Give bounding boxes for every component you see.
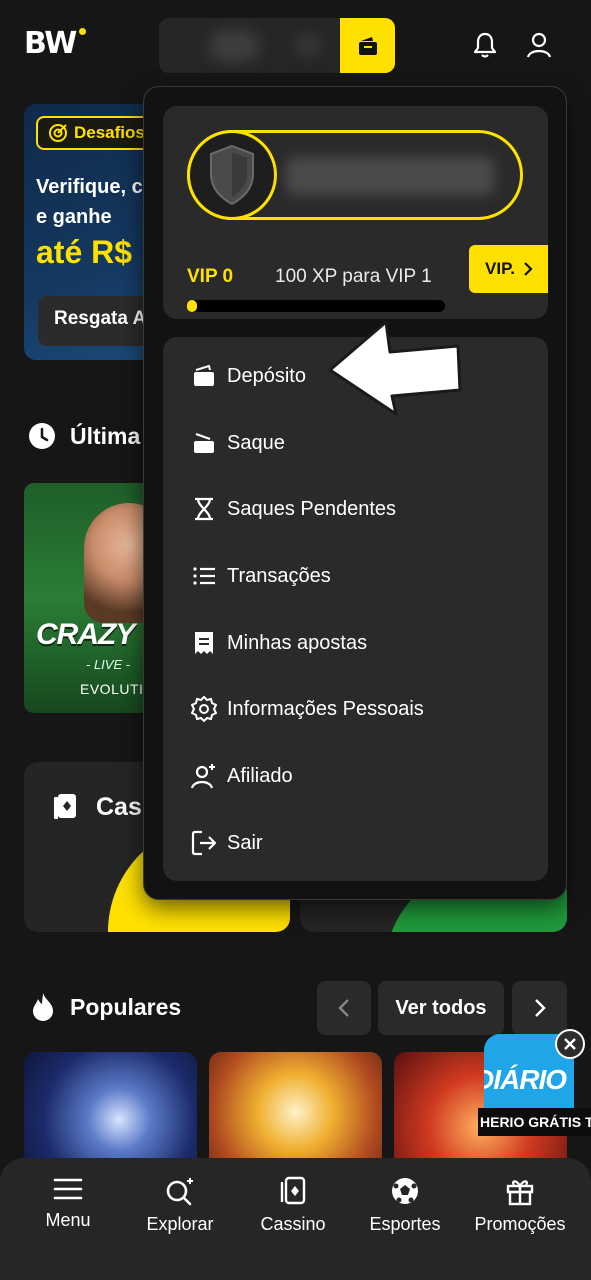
vip-progress-fill — [187, 300, 197, 312]
menu-item-informacoes-pessoais[interactable]: Informações Pessoais — [191, 689, 424, 729]
avatar — [187, 130, 277, 220]
ticket-icon — [191, 630, 217, 656]
popular-next-button[interactable] — [512, 981, 567, 1035]
logo-dot — [79, 28, 87, 35]
menu-item-sair[interactable]: Sair — [191, 823, 263, 863]
vip-level: VIP 0 — [187, 266, 234, 287]
vip-xp-remaining: 100 XP para VIP 1 — [275, 266, 432, 287]
search-sparkle-icon — [166, 1178, 193, 1206]
profile-button[interactable] — [524, 30, 554, 60]
vip-button[interactable]: VIP. — [469, 245, 548, 293]
nav-esportes[interactable]: Esportes — [349, 1176, 461, 1235]
menu-item-saque[interactable]: Saque — [191, 423, 285, 463]
wallet-icon — [358, 36, 377, 55]
menu-item-deposito[interactable]: Depósito — [191, 356, 306, 396]
notification-button[interactable] — [470, 30, 500, 60]
bell-icon — [473, 32, 497, 58]
promo-text: Verifique, c e ganhe — [36, 176, 143, 228]
diario-strip: HERIO GRÁTIS TE — [478, 1108, 591, 1136]
cassino-card-title: Cas — [52, 792, 142, 822]
target-icon — [49, 124, 67, 142]
menu-item-minhas-apostas[interactable]: Minhas apostas — [191, 623, 367, 663]
user-plus-icon — [191, 763, 217, 789]
soccer-ball-icon — [392, 1178, 418, 1204]
menu-item-saques-pendentes[interactable]: Saques Pendentes — [191, 489, 396, 529]
chevron-right-icon — [534, 999, 546, 1017]
chevron-right-icon — [524, 262, 533, 276]
popular-section-title: Populares — [30, 992, 181, 1022]
diario-close-button[interactable] — [555, 1029, 585, 1059]
profile-pill[interactable] — [187, 130, 523, 220]
pointer-arrow-annotation — [328, 320, 462, 416]
menu-item-afiliado[interactable]: Afiliado — [191, 756, 293, 796]
popular-prev-button[interactable] — [317, 981, 371, 1035]
balance-blurred-2 — [294, 34, 322, 58]
clock-icon — [29, 423, 55, 449]
account-dropdown: VIP 0 100 XP para VIP 1 VIP. Depósito Sa… — [143, 86, 567, 900]
brand-logo[interactable]: BW — [24, 26, 87, 61]
promo-amount: até R$ — [36, 234, 133, 270]
nav-explorar[interactable]: Explorar — [124, 1176, 236, 1235]
balance-pill[interactable] — [159, 18, 395, 73]
account-menu: Depósito Saque Saques Pendentes Transaçõ… — [163, 337, 548, 881]
gear-icon — [191, 696, 217, 722]
username-blurred — [286, 157, 494, 195]
withdraw-icon — [191, 430, 217, 456]
shield-icon — [210, 144, 254, 206]
cards-icon — [280, 1176, 306, 1205]
close-icon — [564, 1038, 576, 1050]
recent-section-title: Última — [28, 422, 140, 450]
vip-progress-bar — [187, 300, 445, 312]
hamburger-icon — [53, 1178, 83, 1200]
ver-todos-button[interactable]: Ver todos — [378, 981, 504, 1035]
balance-blurred — [209, 30, 259, 62]
logout-icon — [191, 830, 217, 856]
nav-menu[interactable]: Menu — [12, 1176, 124, 1231]
list-icon — [191, 563, 217, 589]
bottom-navigation: Menu Explorar Cassino Esportes Promoções — [0, 1158, 591, 1280]
profile-card: VIP 0 100 XP para VIP 1 VIP. — [163, 106, 548, 319]
user-icon — [526, 32, 552, 58]
gift-icon — [506, 1180, 534, 1206]
nav-cassino[interactable]: Cassino — [237, 1176, 349, 1235]
hourglass-icon — [191, 496, 217, 522]
deposit-icon — [191, 363, 217, 389]
fire-icon — [33, 993, 53, 1021]
cards-icon — [54, 794, 76, 819]
menu-item-transacoes[interactable]: Transações — [191, 556, 331, 596]
game-live-label: - LIVE - — [86, 657, 131, 672]
wallet-button[interactable] — [340, 18, 395, 73]
nav-promocoes[interactable]: Promoções — [464, 1176, 576, 1235]
chevron-left-icon — [338, 999, 349, 1017]
